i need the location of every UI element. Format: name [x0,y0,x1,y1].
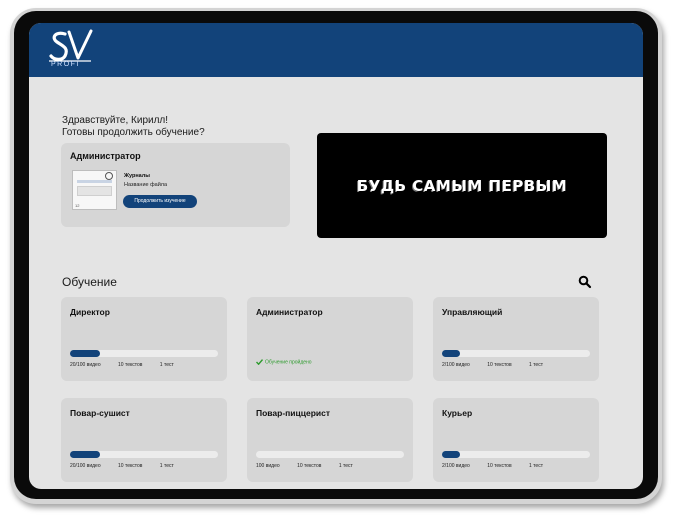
progress-bar [70,451,218,458]
course-name: Повар-пиццерист [256,408,331,418]
videos-count: 20/100 видео [70,362,101,368]
course-stats: 20/100 видео 10 текстов 1 тест [70,362,190,368]
course-stats: 100 видео 10 текстов 1 тест [256,463,369,469]
progress-bar [442,350,590,357]
course-name: Управляющий [442,307,503,317]
videos-count: 2/100 видео [442,362,470,368]
progress-bar [70,350,218,357]
videos-count: 20/100 видео [70,463,101,469]
tests-count: 1 тест [338,463,353,469]
course-stats: 2/100 видео 10 текстов 1 тест [442,362,559,368]
texts-count: 10 текстов [118,362,143,368]
tests-count: 1 тест [529,463,543,469]
continue-course-title: Администратор [70,151,141,161]
section-label: Журналы [124,173,150,179]
learning-section-title: Обучение [62,275,117,289]
progress-bar [442,451,590,458]
course-name: Директор [70,307,110,317]
course-stats: 2/100 видео 10 текстов 1 тест [442,463,559,469]
completed-status: Обучение пройдено [255,359,312,366]
promo-banner[interactable]: БУДЬ САМЫМ ПЕРВЫМ [317,133,607,238]
progress-fill [70,350,100,357]
continue-learning-button[interactable]: Продолжить изучение [123,195,197,208]
greeting: Здравствуйте, Кирилл! Готовы продолжить … [62,115,205,139]
videos-count: 100 видео [256,463,280,469]
progress-fill [70,451,100,458]
texts-count: 10 текстов [487,463,512,469]
tests-count: 1 тест [529,362,543,368]
app-screen: PROFI Здравствуйте, Кирилл! Готовы продо… [29,23,643,489]
course-card-director[interactable]: Директор 20/100 видео 10 текстов 1 тест [61,297,227,381]
course-card-administrator[interactable]: Администратор Обучение пройдено [247,297,413,381]
course-card-manager[interactable]: Управляющий 2/100 видео 10 текстов 1 тес… [433,297,599,381]
thumbnail-bar [77,180,112,183]
completed-text: Обучение пройдено [265,359,312,366]
texts-count: 10 текстов [297,463,322,469]
progress-fill [442,451,460,458]
course-name: Администратор [256,307,323,317]
course-card-pizza-chef[interactable]: Повар-пиццерист 100 видео 10 текстов 1 т… [247,398,413,482]
tests-count: 1 тест [159,463,174,469]
lock-icon [105,172,113,180]
logo-subtext: PROFI [51,61,80,68]
course-card-sushi-chef[interactable]: Повар-сушист 20/100 видео 10 текстов 1 т… [61,398,227,482]
top-header: PROFI [29,23,643,77]
videos-count: 2/100 видео [442,463,470,469]
progress-fill [442,350,460,357]
texts-count: 10 текстов [118,463,143,469]
continue-course-card[interactable]: Администратор 12 Журналы Название файла … [61,143,290,227]
banner-text: БУДЬ САМЫМ ПЕРВЫМ [356,176,568,195]
course-stats: 20/100 видео 10 текстов 1 тест [70,463,190,469]
file-label: Название файла [124,182,168,188]
greeting-line-2: Готовы продолжить обучение? [62,127,205,138]
course-thumbnail: 12 [72,170,117,210]
course-name: Повар-сушист [70,408,130,418]
thumbnail-number: 12 [75,203,80,208]
thumbnail-block [77,186,112,196]
course-name: Курьер [442,408,473,418]
course-card-courier[interactable]: Курьер 2/100 видео 10 текстов 1 тест [433,398,599,482]
tests-count: 1 тест [159,362,174,368]
search-icon[interactable] [578,275,592,289]
greeting-line-1: Здравствуйте, Кирилл! [62,115,169,126]
check-icon [255,359,264,366]
texts-count: 10 текстов [487,362,512,368]
progress-bar [256,451,404,458]
